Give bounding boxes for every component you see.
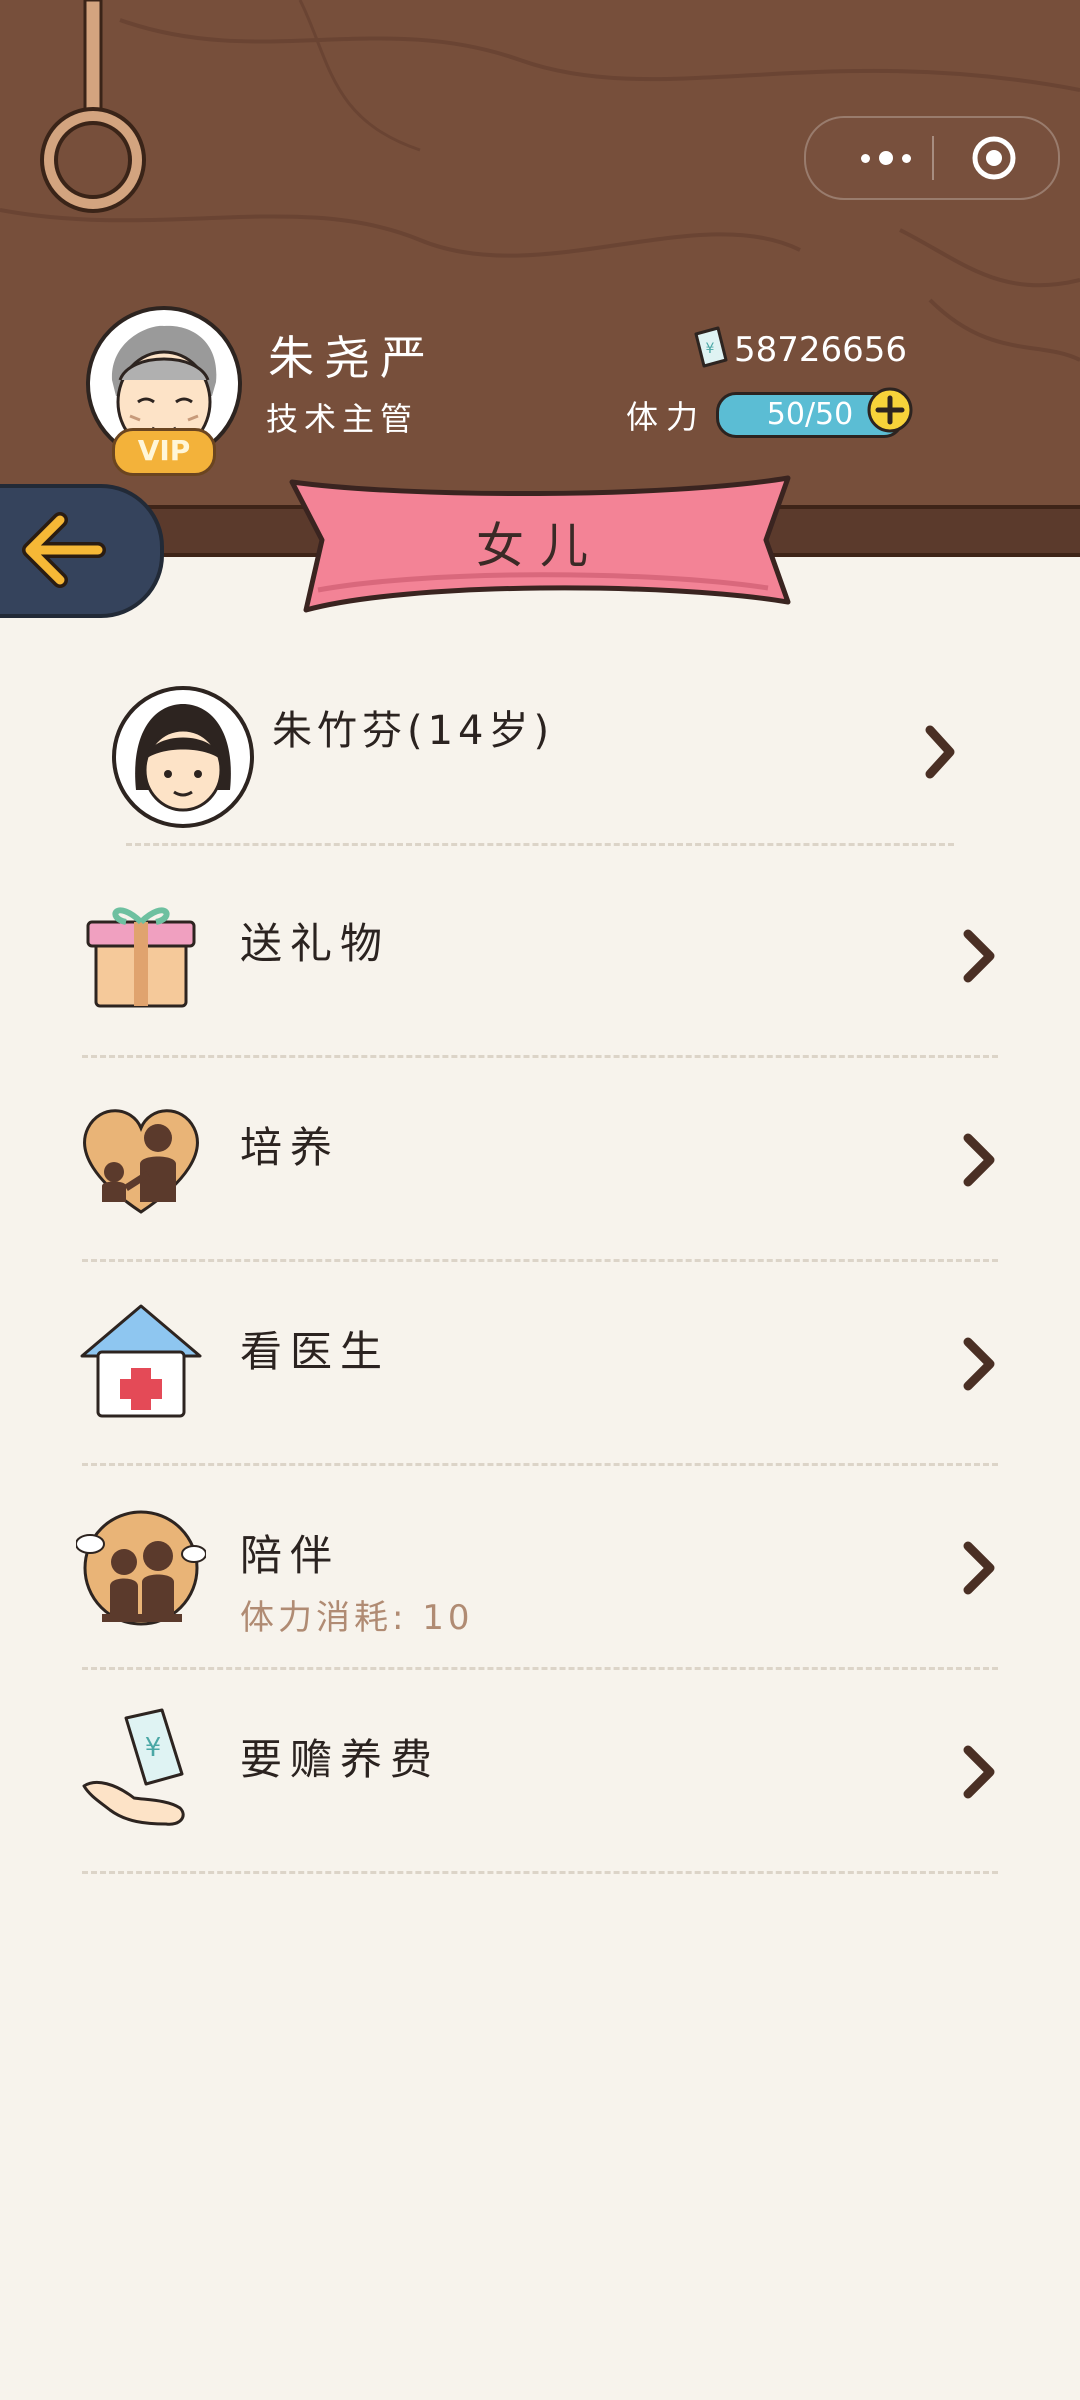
row-divider	[82, 1871, 998, 1874]
action-row-gift[interactable]: 送礼物	[0, 854, 1080, 1058]
chevron-right-icon	[963, 929, 995, 983]
action-row-accompany[interactable]: 陪伴 体力消耗: 10	[0, 1466, 1080, 1670]
family-icon	[76, 1510, 206, 1626]
action-label: 看医生	[240, 1327, 391, 1376]
add-stamina-plus-icon[interactable]	[866, 386, 914, 434]
chevron-right-icon	[963, 1541, 995, 1595]
action-label: 陪伴	[240, 1531, 341, 1580]
gift-icon	[86, 907, 196, 1008]
child-name: 朱竹芬(14岁)	[272, 708, 555, 754]
stamina-label: 体力	[626, 398, 707, 436]
child-avatar	[112, 686, 254, 828]
banknote-icon: ¥	[694, 326, 728, 368]
row-divider	[126, 843, 954, 846]
clinic-icon	[80, 1304, 202, 1418]
miniprogram-capsule	[804, 116, 1060, 200]
back-arrow-icon	[22, 512, 106, 588]
nurture-heart-icon	[83, 1109, 199, 1214]
money-amount: 58726656	[734, 330, 908, 370]
child-profile-row[interactable]: 朱竹芬(14岁)	[0, 668, 1080, 846]
chevron-right-icon	[925, 725, 955, 779]
action-row-alimony[interactable]: ¥ 要赡养费	[0, 1670, 1080, 1874]
girl-face-icon	[135, 704, 231, 812]
rope-ring-decoration	[40, 0, 146, 213]
svg-text:¥: ¥	[145, 1733, 162, 1763]
close-target-icon[interactable]	[972, 136, 1016, 180]
back-button[interactable]	[0, 484, 164, 618]
chevron-right-icon	[963, 1745, 995, 1799]
action-label: 培养	[240, 1123, 341, 1172]
svg-text:¥: ¥	[706, 341, 715, 357]
stamina-cost-note: 体力消耗: 10	[240, 1598, 474, 1638]
action-label: 要赡养费	[240, 1735, 441, 1784]
capsule-separator	[932, 136, 934, 180]
page-title: 女儿	[475, 518, 604, 574]
player-name: 朱尧严	[268, 331, 436, 385]
action-row-doctor[interactable]: 看医生	[0, 1262, 1080, 1466]
action-label: 送礼物	[240, 919, 391, 968]
chevron-right-icon	[963, 1337, 995, 1391]
action-row-nurture[interactable]: 培养	[0, 1058, 1080, 1262]
chevron-right-icon	[963, 1133, 995, 1187]
alimony-money-hand-icon: ¥	[82, 1708, 185, 1826]
vip-badge[interactable]: VIP	[112, 428, 216, 476]
more-menu-icon[interactable]	[846, 140, 926, 176]
player-job-title: 技术主管	[266, 400, 419, 438]
